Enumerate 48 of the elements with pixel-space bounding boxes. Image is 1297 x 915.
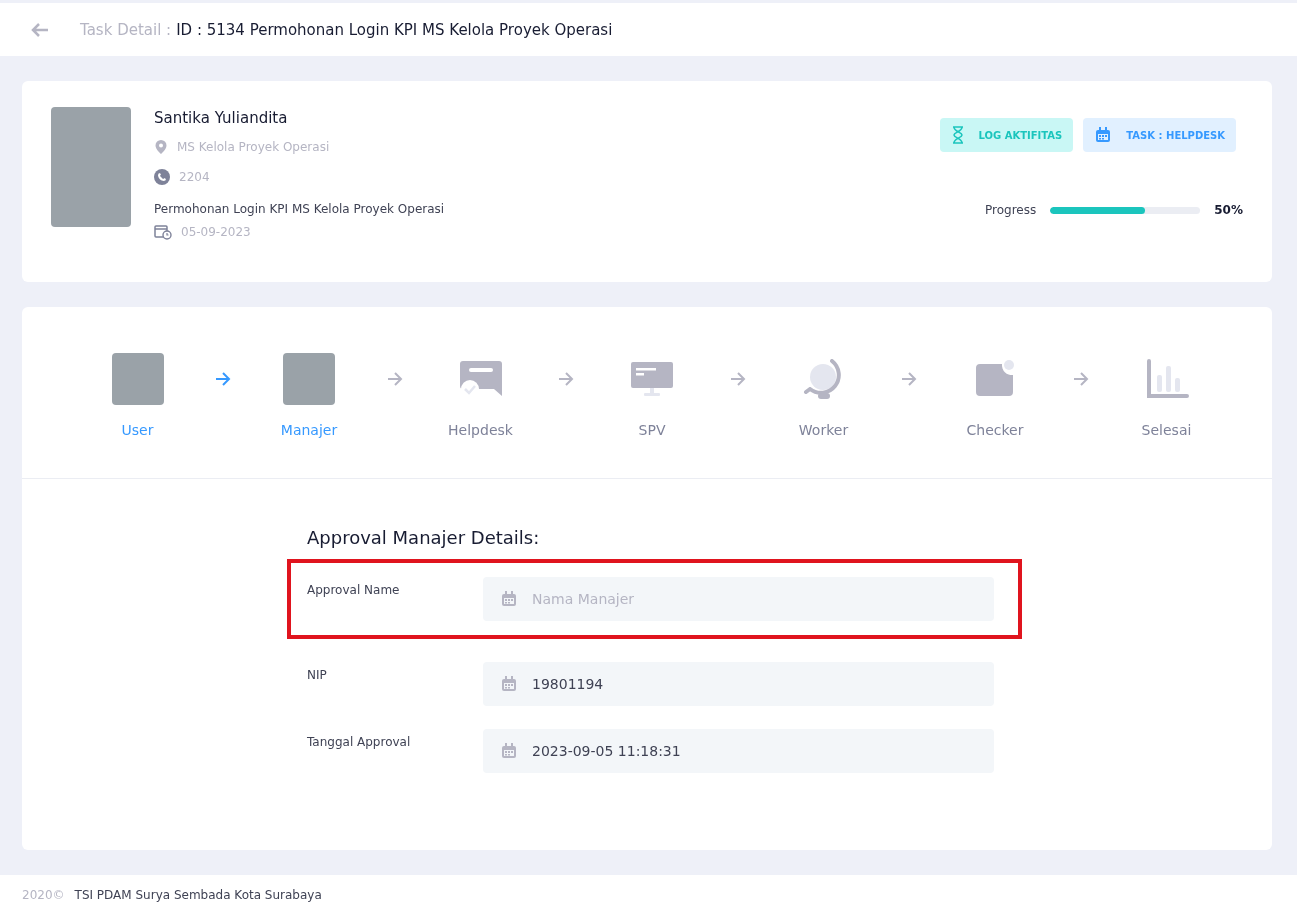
arrow-right-icon: [1072, 372, 1089, 386]
task-button[interactable]: TASK : HELPDESK: [1083, 118, 1236, 152]
page-title: ID : 5134 Permohonan Login KPI MS Kelola Proyek Operasi: [176, 20, 613, 39]
input-field[interactable]: Nama Manajer: [483, 577, 994, 621]
task-date: 05-09-2023: [181, 225, 251, 239]
user-name: Santika Yuliandita: [154, 109, 289, 127]
bar-chart-icon: [1144, 359, 1189, 399]
hourglass-icon: [950, 126, 965, 144]
field-label: Tanggal Approval: [307, 734, 412, 749]
step-label: Helpdesk: [448, 422, 513, 438]
task-subject: Permohonan Login KPI MS Kelola Proyek Operasi: [154, 202, 445, 216]
arrow-right-icon: [386, 372, 403, 386]
step-label: User: [121, 422, 154, 438]
calendar-icon: [1094, 126, 1113, 144]
arrow-right-icon: [901, 372, 918, 386]
chat-check-icon: [458, 359, 503, 399]
step-label: Selesai: [1141, 422, 1192, 438]
note-icon: [973, 359, 1017, 399]
progress-label: Progress: [985, 203, 1037, 217]
step-label: Worker: [798, 422, 849, 438]
step-label: Manajer: [280, 422, 338, 438]
photo-placeholder: [283, 353, 335, 405]
input-field[interactable]: 19801194: [483, 661, 994, 706]
step-label: Checker: [966, 422, 1024, 438]
phone-number: 2204: [179, 170, 210, 184]
unit-name: MS Kelola Proyek Operasi: [177, 140, 330, 154]
arrow-right-icon: [729, 372, 746, 386]
location-pin-icon: [154, 139, 168, 155]
calendar-icon: [500, 590, 518, 608]
calendar-icon: [500, 674, 518, 693]
field-label: NIP: [307, 667, 328, 682]
section-title: Approval Manajer Details:: [307, 527, 541, 548]
calendar-icon: [500, 741, 518, 760]
step-label: SPV: [638, 422, 666, 438]
activity-log-button[interactable]: LOG AKTIFITAS: [939, 118, 1074, 152]
breadcrumb-label: Task Detail :: [80, 20, 172, 39]
photo-placeholder: [111, 353, 164, 405]
input-field[interactable]: 2023-09-05 11:18:31: [483, 728, 994, 773]
progress-value: 50%: [1214, 203, 1243, 217]
copyright-year: 2020©: [22, 888, 65, 902]
footer-text: TSI PDAM Surya Sembada Kota Surabaya: [74, 888, 322, 902]
field-label: Approval Name: [307, 583, 401, 597]
back-arrow-icon: [30, 21, 50, 38]
calendar-clock-icon: [154, 224, 172, 240]
phone-icon: [154, 169, 170, 185]
monitor-icon: [630, 359, 674, 399]
arrow-right-icon: [215, 372, 232, 386]
arrow-right-icon: [558, 372, 575, 386]
